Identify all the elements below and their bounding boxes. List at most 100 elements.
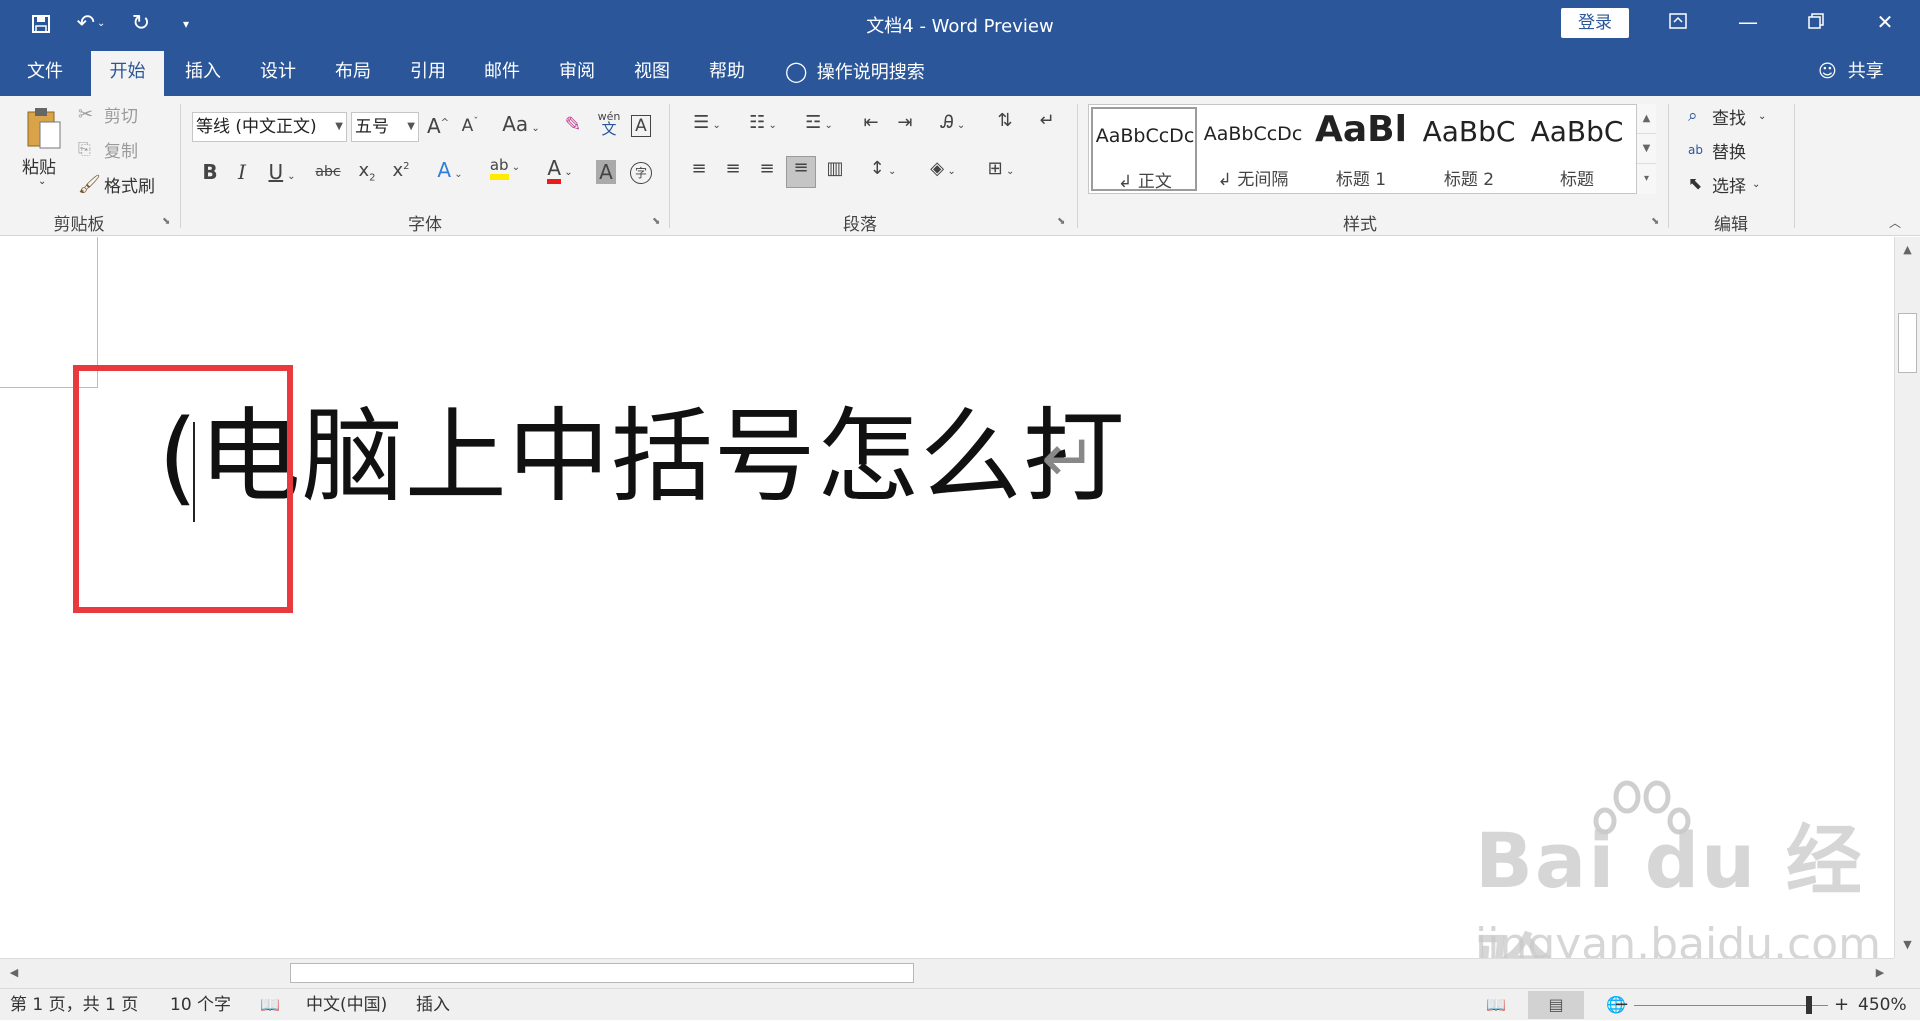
gallery-more-icon[interactable]: ▾: [1637, 164, 1656, 194]
paste-icon[interactable]: [22, 106, 62, 152]
tab-design[interactable]: 设计: [243, 47, 313, 96]
font-name-dropdown[interactable]: 等线 (中文正文) ▼: [192, 112, 347, 142]
select-button[interactable]: ⬉ 选择 ⌄: [1688, 172, 1760, 197]
sort-icon[interactable]: ⇅: [992, 110, 1018, 131]
multilevel-list-icon[interactable]: ☲ ⌄: [796, 112, 842, 133]
word-count[interactable]: 10 个字: [170, 989, 231, 1021]
gallery-up-icon[interactable]: ▲: [1637, 104, 1656, 134]
subscript-icon[interactable]: x2: [354, 160, 380, 184]
proofing-icon[interactable]: 📖: [260, 989, 280, 1021]
tab-layout[interactable]: 布局: [318, 47, 388, 96]
tell-me-search[interactable]: ◯ 操作说明搜索: [785, 47, 925, 96]
change-case-button[interactable]: Aa ⌄: [498, 112, 544, 136]
numbering-icon[interactable]: ☷ ⌄: [740, 112, 786, 133]
find-button[interactable]: ⌕ 查找 ⌄: [1688, 104, 1766, 129]
horizontal-scroll-thumb[interactable]: [290, 963, 914, 983]
restore-icon[interactable]: [1783, 0, 1849, 47]
tab-file[interactable]: 文件: [10, 47, 80, 96]
share-button[interactable]: ☺ 共享: [1818, 47, 1884, 96]
align-left-icon[interactable]: ≡: [684, 158, 714, 179]
minimize-icon[interactable]: —: [1715, 0, 1781, 47]
line-spacing-icon[interactable]: ↕ ⌄: [860, 158, 906, 179]
login-button[interactable]: 登录: [1561, 8, 1629, 38]
phonetic-guide-icon[interactable]: wén 文: [596, 110, 622, 137]
italic-icon[interactable]: I: [230, 160, 254, 184]
tab-insert[interactable]: 插入: [168, 47, 238, 96]
scroll-left-icon[interactable]: ◀: [2, 961, 26, 985]
shading-icon[interactable]: ◈ ⌄: [920, 158, 966, 179]
superscript-icon[interactable]: x2: [388, 160, 414, 181]
font-size-dropdown[interactable]: 五号 ▼: [351, 112, 419, 142]
underline-icon[interactable]: U ⌄: [262, 160, 302, 184]
character-shading-icon[interactable]: A: [594, 160, 618, 184]
zoom-in-icon[interactable]: +: [1834, 989, 1849, 1021]
paste-button[interactable]: 粘贴: [22, 154, 56, 178]
clear-formatting-icon[interactable]: ✎: [560, 112, 586, 136]
gallery-down-icon[interactable]: ▼: [1637, 134, 1656, 164]
replace-button[interactable]: ab 替换: [1688, 138, 1746, 163]
read-mode-icon[interactable]: 📖: [1468, 991, 1524, 1019]
decrease-indent-icon[interactable]: ⇤: [856, 112, 886, 133]
close-icon[interactable]: ✕: [1852, 0, 1918, 47]
tab-view[interactable]: 视图: [617, 47, 687, 96]
styles-launcher-icon[interactable]: ⬊: [1651, 216, 1659, 227]
document-paragraph[interactable]: (电脑上中括号怎么打: [158, 398, 1126, 518]
distributed-icon[interactable]: ▥: [820, 158, 850, 179]
tab-home[interactable]: 开始: [91, 51, 164, 96]
tab-help[interactable]: 帮助: [692, 47, 762, 96]
align-right-icon[interactable]: ≡: [752, 158, 782, 179]
insert-mode[interactable]: 插入: [416, 989, 450, 1021]
style-normal[interactable]: AaBbCcDc ↲ 正文: [1091, 107, 1197, 192]
zoom-slider-thumb[interactable]: [1805, 996, 1812, 1014]
tab-mailings[interactable]: 邮件: [467, 47, 537, 96]
shrink-font-icon[interactable]: Aˇ: [458, 116, 482, 136]
scroll-up-icon[interactable]: ▲: [1895, 239, 1920, 261]
bullets-icon[interactable]: ☰ ⌄: [684, 112, 730, 133]
language-indicator[interactable]: 中文(中国): [306, 989, 387, 1021]
horizontal-scrollbar[interactable]: ◀ ▶: [0, 958, 1894, 988]
tab-review[interactable]: 审阅: [542, 47, 612, 96]
format-painter-label: 格式刷: [104, 176, 155, 197]
zoom-out-icon[interactable]: −: [1614, 989, 1629, 1021]
style-title[interactable]: AaBbC 标题: [1525, 107, 1631, 191]
vertical-scrollbar[interactable]: ▲ ▼: [1894, 237, 1920, 958]
font-launcher-icon[interactable]: ⬊: [652, 216, 660, 227]
collapse-ribbon-icon[interactable]: ︿: [1889, 214, 1901, 231]
style-heading-2[interactable]: AaBbC 标题 2: [1417, 107, 1523, 191]
scissors-icon: ✂: [78, 103, 94, 125]
grow-font-icon[interactable]: A^: [426, 114, 450, 138]
ribbon-display-options-icon[interactable]: [1645, 0, 1711, 47]
highlight-color-icon[interactable]: ab ⌄: [480, 156, 530, 180]
replace-label: 替换: [1712, 142, 1746, 163]
copy-button[interactable]: ⎘ 复制: [78, 137, 138, 162]
strikethrough-icon[interactable]: abc: [312, 164, 344, 180]
clipboard-launcher-icon[interactable]: ⬊: [162, 216, 170, 227]
text-effects-icon[interactable]: A ⌄: [428, 158, 472, 182]
show-formatting-marks-icon[interactable]: ↵: [1034, 110, 1060, 131]
bold-icon[interactable]: B: [198, 160, 222, 184]
print-layout-icon[interactable]: ▤: [1528, 991, 1584, 1019]
style-heading-1[interactable]: AaBl 标题 1: [1309, 107, 1415, 191]
share-label: 共享: [1847, 61, 1884, 82]
cut-button[interactable]: ✂ 剪切: [78, 102, 138, 127]
scroll-right-icon[interactable]: ▶: [1868, 961, 1892, 985]
style-no-spacing[interactable]: AaBbCcDc ↲ 无间隔: [1201, 107, 1307, 191]
zoom-slider[interactable]: [1634, 1005, 1828, 1006]
chinese-layout-icon[interactable]: Ꭿ ⌄: [930, 112, 976, 133]
document-canvas[interactable]: (电脑上中括号怎么打 ↵ Bai du 经验 jingyan.baidu.com: [0, 237, 1894, 958]
zoom-level[interactable]: 450%: [1858, 989, 1907, 1021]
paragraph-launcher-icon[interactable]: ⬊: [1057, 216, 1065, 227]
page-count[interactable]: 第 1 页，共 1 页: [10, 989, 138, 1021]
vertical-scroll-thumb[interactable]: [1898, 313, 1917, 373]
paste-dropdown-icon[interactable]: ⌄: [38, 176, 46, 187]
justify-icon[interactable]: ≡: [786, 156, 816, 188]
borders-icon[interactable]: ⊞ ⌄: [978, 158, 1024, 179]
tab-references[interactable]: 引用: [393, 47, 463, 96]
increase-indent-icon[interactable]: ⇥: [890, 112, 920, 133]
font-color-icon[interactable]: A ⌄: [538, 156, 582, 184]
format-painter-button[interactable]: 🖌 格式刷: [78, 172, 155, 197]
character-border-icon[interactable]: A: [628, 112, 654, 137]
scroll-down-icon[interactable]: ▼: [1895, 934, 1920, 956]
align-center-icon[interactable]: ≡: [718, 158, 748, 179]
enclose-characters-icon[interactable]: 字: [628, 158, 654, 184]
